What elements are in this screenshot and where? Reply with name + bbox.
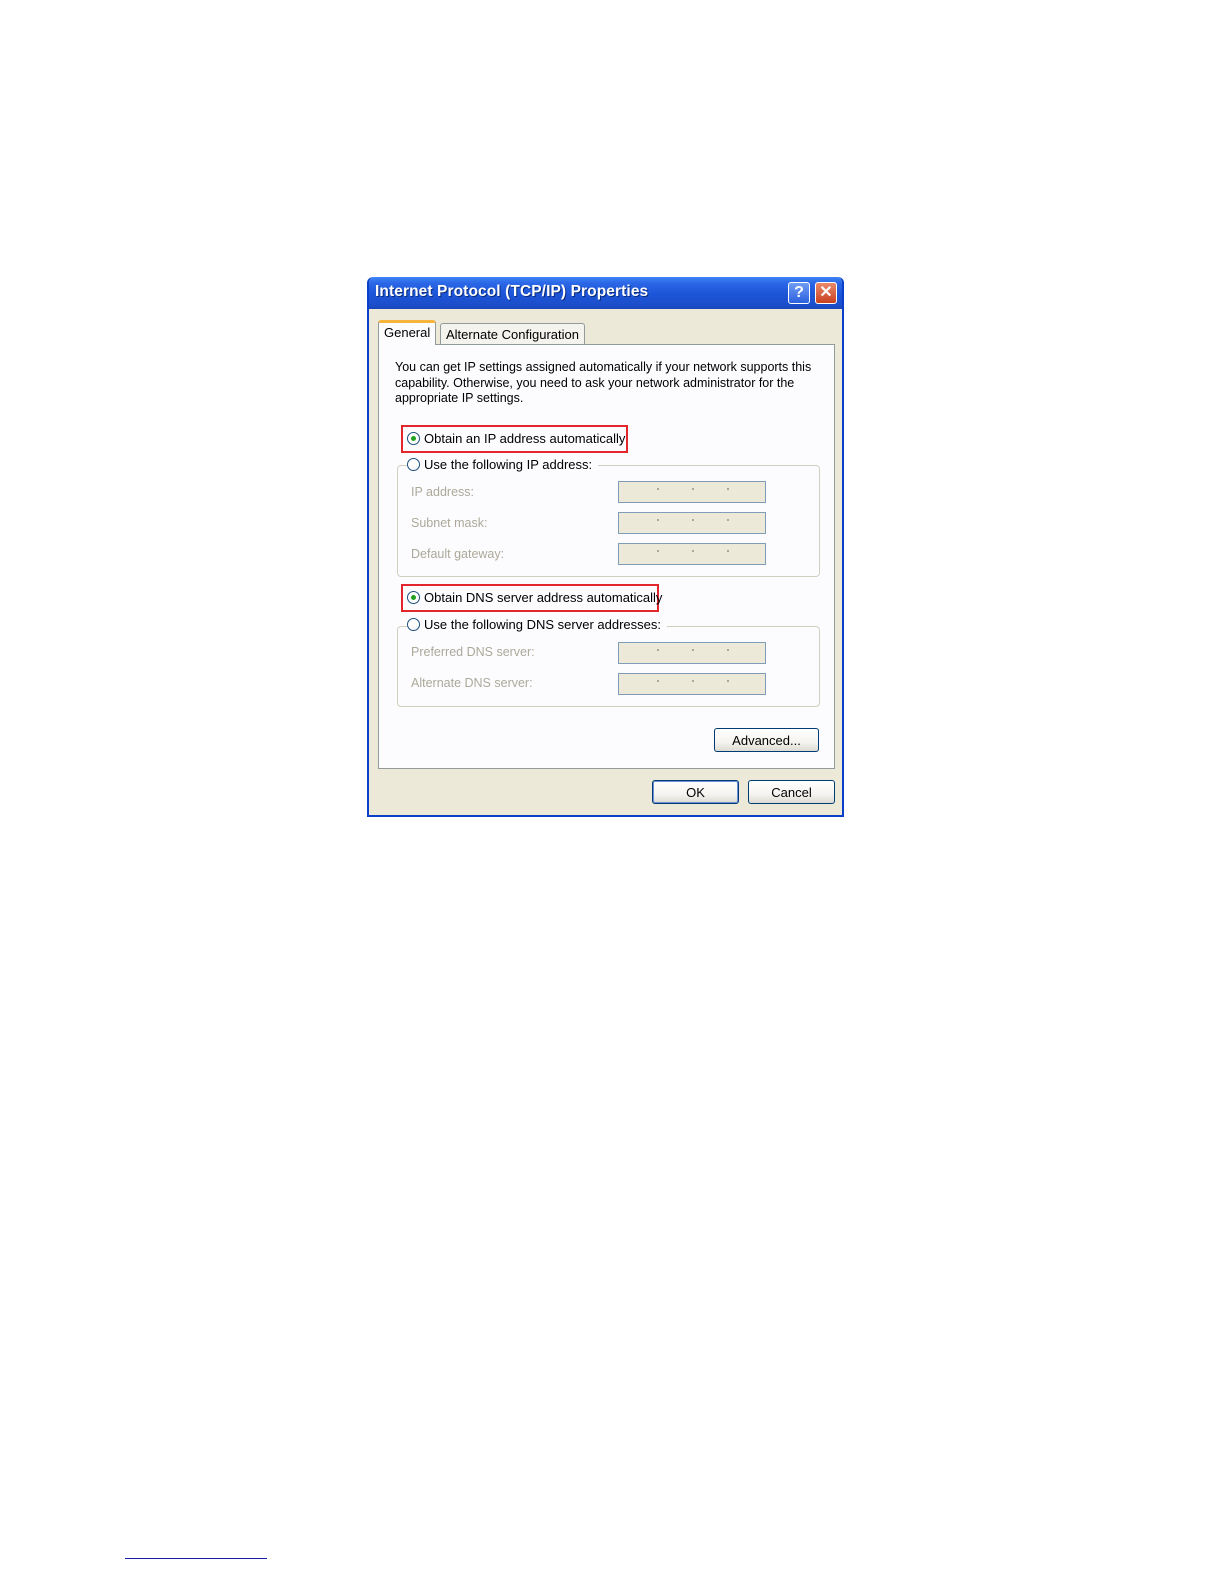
cancel-button[interactable]: Cancel [748,780,835,804]
alternate-dns-label: Alternate DNS server: [411,676,533,690]
ok-button[interactable]: OK [652,780,739,804]
preferred-dns-input[interactable] [618,642,766,664]
ip-manual-radio[interactable] [407,458,420,471]
dns-manual-radio[interactable] [407,618,420,631]
subnet-mask-input[interactable] [618,512,766,534]
tab-alternate-configuration[interactable]: Alternate Configuration [440,323,585,345]
intro-text: You can get IP settings assigned automat… [395,360,812,405]
dialog-title: Internet Protocol (TCP/IP) Properties [375,283,649,300]
dns-manual-label: Use the following DNS server addresses: [424,617,661,632]
dns-manual-option[interactable]: Use the following DNS server addresses: [407,617,667,633]
dns-auto-label: Obtain DNS server address automatically [424,590,663,605]
ip-address-label: IP address: [411,485,475,499]
tcpip-properties-dialog: Internet Protocol (TCP/IP) Properties ? … [367,277,844,817]
default-gateway-label: Default gateway: [411,547,505,561]
dns-auto-option[interactable]: Obtain DNS server address automatically [407,590,662,606]
tab-general[interactable]: General [378,320,437,345]
subnet-mask-label: Subnet mask: [411,516,488,530]
close-icon[interactable]: ✕ [815,282,837,304]
footer-rule [125,1558,267,1559]
ip-auto-option[interactable]: Obtain an IP address automatically [407,431,625,447]
title-bar[interactable]: Internet Protocol (TCP/IP) Properties ? … [369,277,842,309]
ip-auto-radio[interactable] [407,432,420,445]
help-icon[interactable]: ? [788,282,810,304]
default-gateway-input[interactable] [618,543,766,565]
ip-manual-option[interactable]: Use the following IP address: [407,457,599,473]
ip-manual-label: Use the following IP address: [424,457,593,472]
advanced-button[interactable]: Advanced... [714,728,819,752]
dns-auto-radio[interactable] [407,591,420,604]
alternate-dns-input[interactable] [618,673,766,695]
ip-auto-label: Obtain an IP address automatically [424,431,626,446]
ip-address-input[interactable] [618,481,766,503]
preferred-dns-label: Preferred DNS server: [411,645,535,659]
